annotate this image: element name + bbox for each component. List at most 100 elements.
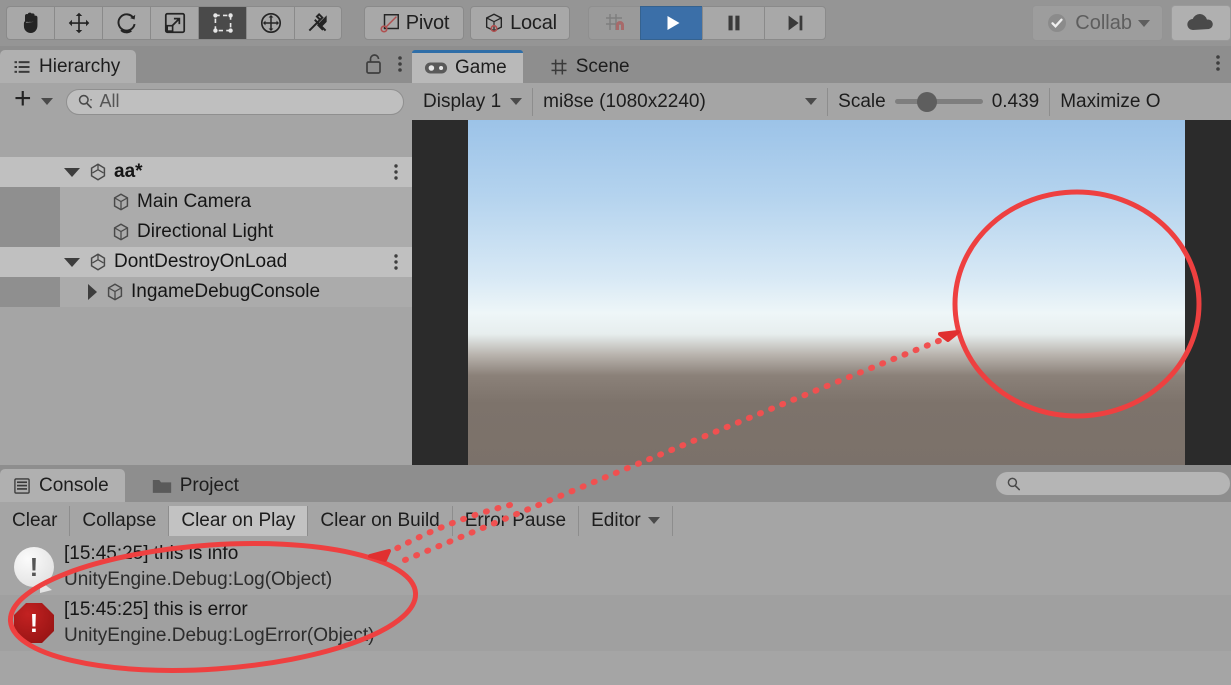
tab-game-label: Game — [455, 57, 507, 79]
pivot-button[interactable]: Pivot — [364, 6, 464, 40]
hierarchy-tab-tools — [364, 52, 404, 76]
hierarchy-row-dontdestroyonload[interactable]: DontDestroyOnLoad — [0, 247, 412, 277]
local-label: Local — [510, 12, 557, 35]
scale-slider-group[interactable]: Scale 0.439 — [828, 88, 1050, 116]
console-panel: Console Project Clear Collapse Clear on … — [0, 465, 1231, 685]
log-stacktrace: UnityEngine.Debug:Log(Object) — [64, 567, 332, 593]
tab-console-label: Console — [39, 475, 109, 497]
editor-dropdown-button[interactable]: Editor — [579, 506, 673, 536]
game-panel: Game Scene Display 1 mi8se (1080x2240) — [412, 46, 1231, 465]
rotate-tool-button[interactable] — [102, 6, 150, 40]
collab-check-icon — [1045, 11, 1069, 35]
hand-icon — [18, 10, 44, 36]
console-log-entry-info[interactable]: ! [15:45:25] this is info UnityEngine.De… — [0, 539, 1231, 595]
transform-tool-button[interactable] — [246, 6, 294, 40]
expander-right-icon[interactable] — [88, 284, 97, 300]
row-gutter — [0, 277, 60, 307]
maximize-on-play-button[interactable]: Maximize O — [1050, 88, 1170, 116]
tab-project[interactable]: Project — [139, 469, 255, 502]
hand-tool-button[interactable] — [6, 6, 54, 40]
clear-button[interactable]: Clear — [0, 506, 70, 536]
row-gutter — [0, 187, 60, 217]
snap-toggle-button[interactable] — [588, 6, 640, 40]
clear-on-build-button[interactable]: Clear on Build — [308, 506, 452, 536]
kebab-menu-icon[interactable] — [396, 52, 404, 76]
custom-tool-button[interactable] — [294, 6, 342, 40]
log-stacktrace: UnityEngine.Debug:LogError(Object) — [64, 623, 375, 649]
display-label: Display 1 — [423, 91, 501, 113]
collapse-button[interactable]: Collapse — [70, 506, 169, 536]
error-pause-button[interactable]: Error Pause — [453, 506, 579, 536]
row-kebab-menu-icon[interactable] — [392, 162, 400, 182]
error-pause-label: Error Pause — [465, 510, 566, 532]
hierarchy-item-label: DontDestroyOnLoad — [114, 251, 287, 273]
scene-icon — [87, 161, 109, 183]
console-log-list: ! [15:45:25] this is info UnityEngine.De… — [0, 539, 1231, 685]
scale-slider-handle[interactable] — [917, 92, 937, 112]
resolution-dropdown[interactable]: mi8se (1080x2240) — [533, 88, 828, 116]
collab-label: Collab — [1075, 12, 1132, 35]
play-button[interactable] — [640, 6, 702, 40]
info-bubble-icon: ! — [14, 547, 54, 587]
scale-slider[interactable] — [895, 99, 983, 104]
hierarchy-list-icon — [12, 57, 32, 77]
console-search-input[interactable] — [995, 471, 1231, 496]
error-octagon-icon: ! — [14, 603, 54, 643]
hierarchy-item-label: Main Camera — [137, 191, 251, 213]
step-button[interactable] — [764, 6, 826, 40]
display-dropdown[interactable]: Display 1 — [412, 88, 533, 116]
rect-tool-button[interactable] — [198, 6, 246, 40]
row-gutter — [0, 217, 60, 247]
expander-down-icon[interactable] — [64, 168, 80, 177]
hierarchy-row-scene-aa[interactable]: aa* — [0, 157, 412, 187]
console-log-entry-error[interactable]: ! [15:45:25] this is error UnityEngine.D… — [0, 595, 1231, 651]
grid-snap-icon — [603, 11, 627, 35]
pause-button[interactable] — [702, 6, 764, 40]
tab-console[interactable]: Console — [0, 469, 125, 502]
hierarchy-row-main-camera[interactable]: Main Camera — [0, 187, 412, 217]
tab-scene[interactable]: Scene — [537, 50, 646, 83]
hierarchy-row-directional-light[interactable]: Directional Light — [0, 217, 412, 247]
hierarchy-search-input[interactable]: All — [66, 89, 404, 115]
lock-open-icon[interactable] — [364, 52, 384, 76]
expander-down-icon[interactable] — [64, 258, 80, 267]
gameobject-icon — [110, 191, 132, 213]
tab-game[interactable]: Game — [412, 50, 523, 83]
cloud-button[interactable] — [1171, 5, 1231, 41]
game-render-canvas[interactable]: ! 1 ! 0 ! 1 — [412, 120, 1231, 465]
rotate-icon — [114, 10, 140, 36]
chevron-down-icon — [510, 98, 522, 105]
cloud-icon — [1184, 10, 1218, 36]
tab-hierarchy-label: Hierarchy — [39, 56, 120, 78]
wrench-screwdriver-icon — [305, 10, 331, 36]
hierarchy-item-label: Directional Light — [137, 221, 273, 243]
scale-label: Scale — [838, 91, 886, 113]
add-gameobject-button[interactable]: + — [8, 90, 34, 113]
grid-icon — [549, 57, 569, 77]
collab-button[interactable]: Collab — [1032, 5, 1163, 41]
tab-hierarchy[interactable]: Hierarchy — [0, 50, 136, 83]
row-gutter — [0, 157, 60, 187]
clear-label: Clear — [12, 510, 57, 532]
console-list-icon — [12, 476, 32, 496]
scale-icon — [162, 10, 188, 36]
scale-tool-button[interactable] — [150, 6, 198, 40]
folder-icon — [151, 477, 173, 495]
hierarchy-tree: aa* Main Camera — [0, 157, 412, 465]
search-icon — [1006, 476, 1022, 492]
move-tool-button[interactable] — [54, 6, 102, 40]
local-button[interactable]: Local — [470, 6, 570, 40]
game-panel-kebab-menu-icon[interactable] — [1214, 51, 1222, 75]
maximize-label: Maximize O — [1060, 91, 1160, 113]
row-kebab-menu-icon[interactable] — [392, 252, 400, 272]
tab-scene-label: Scene — [576, 56, 630, 78]
hierarchy-row-ingamedebugconsole[interactable]: IngameDebugConsole — [0, 277, 412, 307]
pivot-group: Pivot Local — [364, 6, 570, 40]
log-message: [15:45:25] this is info — [64, 541, 332, 567]
transform-icon — [258, 10, 284, 36]
add-dropdown-icon[interactable] — [41, 98, 53, 105]
clear-on-play-label: Clear on Play — [181, 510, 295, 532]
game-scene-background — [468, 120, 1185, 465]
clear-on-play-button[interactable]: Clear on Play — [169, 506, 308, 536]
console-toolbar: Clear Collapse Clear on Play Clear on Bu… — [0, 502, 1231, 539]
